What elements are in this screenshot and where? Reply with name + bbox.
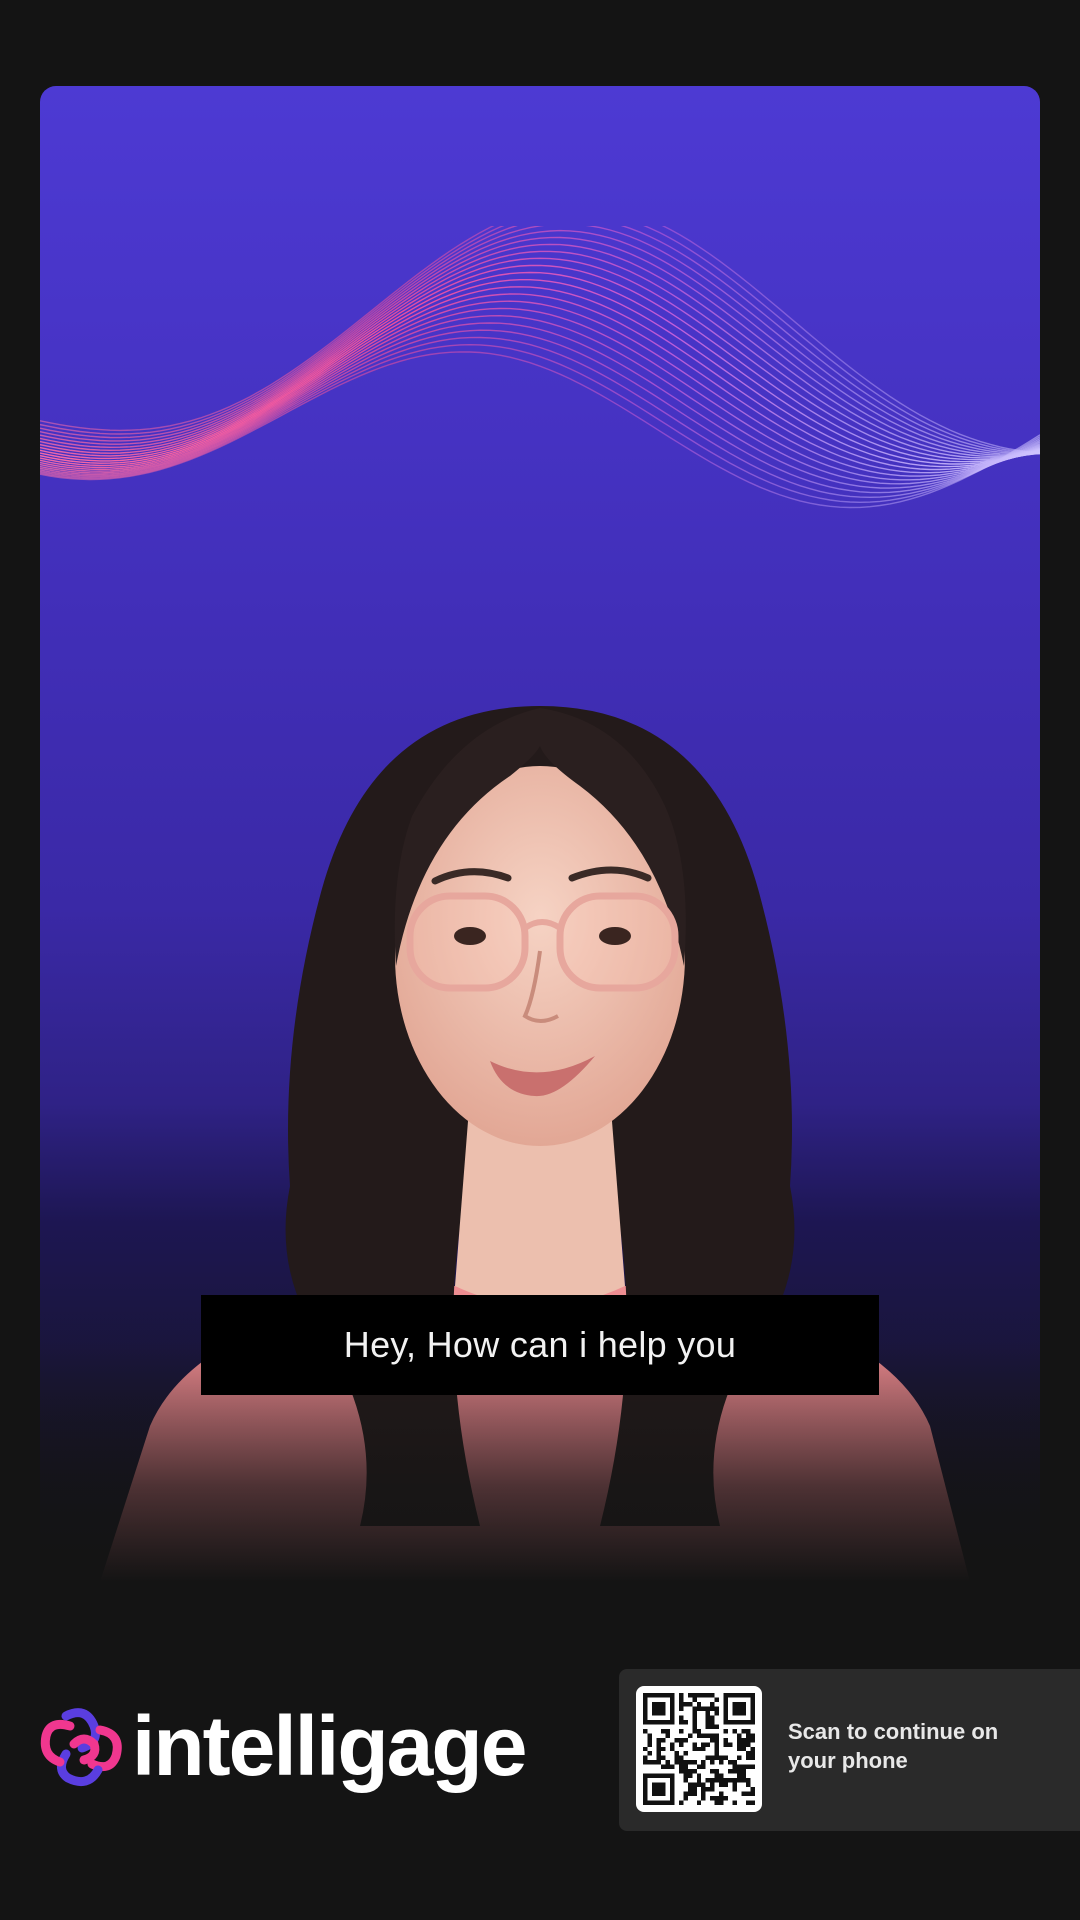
assistant-stage: Hey, How can i help you	[40, 86, 1040, 1582]
brand-logo: intelligage	[38, 1699, 527, 1793]
qr-handoff-card[interactable]: Scan to continue on your phone	[619, 1669, 1080, 1831]
qr-label: Scan to continue on your phone	[788, 1719, 999, 1773]
qr-code-icon[interactable]	[643, 1693, 755, 1805]
caption-text: Hey, How can i help you	[343, 1324, 737, 1365]
wave-ribbon-decoration	[40, 226, 1040, 509]
assistant-caption: Hey, How can i help you	[201, 1295, 879, 1395]
qr-code-frame[interactable]	[636, 1686, 762, 1812]
knot-logo-icon	[40, 1708, 122, 1787]
brand-name: intelligage	[132, 1699, 527, 1793]
